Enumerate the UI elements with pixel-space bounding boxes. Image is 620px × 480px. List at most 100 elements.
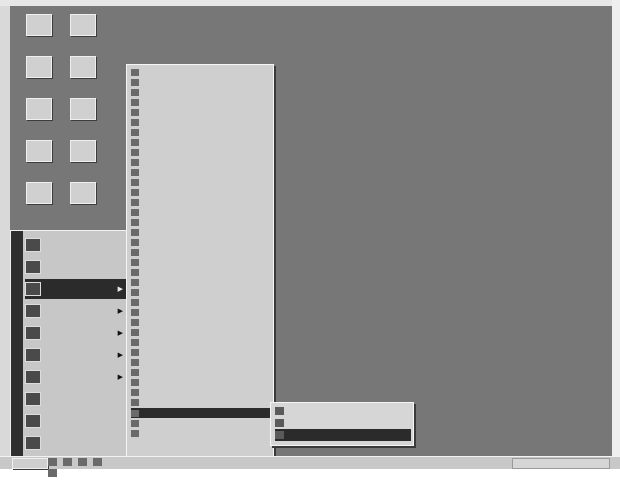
start-menu-item[interactable]: ▶ [25,301,127,321]
accessories-menu-item-selected[interactable] [275,429,411,441]
outlook-icon[interactable] [62,458,72,466]
programs-menu-item[interactable] [131,277,271,287]
programs-menu-item[interactable] [131,107,271,117]
programs-menu-item[interactable] [131,207,271,217]
program-icon [131,188,139,196]
programs-menu-item[interactable] [131,147,271,157]
programs-menu-item[interactable] [131,357,271,367]
programs-menu-item[interactable] [131,137,271,147]
program-icon [131,168,139,176]
program-icon [131,308,139,316]
accessories-menu-item[interactable] [275,405,411,417]
program-icon [131,368,139,376]
start-menu-item-programs[interactable]: ▶ [25,279,127,299]
program-icon [131,228,139,236]
programs-menu-item[interactable] [131,267,271,277]
programs-menu-item[interactable] [131,297,271,307]
programs-menu-item[interactable] [131,387,271,397]
bin-icon [70,56,96,78]
program-icon [131,328,139,336]
chevron-right-icon: ▶ [117,329,123,337]
program-icon [131,348,139,356]
program-icon [131,208,139,216]
screen-frame-right [612,0,620,468]
programs-menu-item[interactable] [131,327,271,337]
accessories-menu-item[interactable] [275,417,411,429]
program-icon [131,419,139,427]
programs-menu-item[interactable] [131,287,271,297]
program-icon [131,138,139,146]
programs-menu-item[interactable] [131,217,271,227]
programs-menu-item[interactable] [131,397,271,407]
application-icon [70,182,96,204]
taskbar [0,456,620,477]
program-icon [131,278,139,286]
programs-menu-item[interactable] [131,67,271,77]
program-icon [131,318,139,326]
programs-menu [126,64,274,462]
menu-item-icon [25,414,41,428]
start-menu-item[interactable] [25,257,127,277]
programs-menu-item[interactable] [131,418,271,428]
program-icon [131,378,139,386]
start-menu-item[interactable]: ▶ [25,367,127,387]
application-icon [26,182,52,204]
program-icon [131,98,139,106]
program-icon [131,338,139,346]
programs-menu-item[interactable] [131,157,271,167]
programs-menu-item[interactable] [131,347,271,357]
menu-item-icon [25,260,41,274]
accessories-menu [270,402,414,446]
program-icon [131,158,139,166]
programs-menu-item[interactable] [131,167,271,177]
chevron-right-icon: ▶ [117,307,123,315]
start-menu-item[interactable] [25,433,127,453]
chevron-right-icon: ▶ [117,351,123,359]
menu-item-icon [25,304,41,318]
programs-menu-item[interactable] [131,257,271,267]
menu-item-icon [25,436,41,450]
ie-icon[interactable] [48,458,57,466]
desktop-icon[interactable] [77,458,87,466]
programs-menu-item[interactable] [131,367,271,377]
programs-menu-item[interactable] [131,307,271,317]
programs-menu-item[interactable] [131,97,271,107]
program-icon [131,198,139,206]
programs-menu-item[interactable] [131,237,271,247]
programs-menu-item[interactable] [131,177,271,187]
programs-menu-item[interactable] [131,197,271,207]
media-icon[interactable] [48,469,57,477]
program-icon [131,268,139,276]
programs-menu-item[interactable] [131,127,271,137]
programs-menu-item-accessories[interactable] [131,408,271,418]
start-menu-item[interactable] [25,235,127,255]
start-button[interactable] [12,458,48,469]
globe-icon [26,98,52,120]
computer-icon [26,14,52,36]
programs-menu-item[interactable] [131,247,271,257]
app-icon-4[interactable] [52,176,112,226]
programs-menu-item[interactable] [131,337,271,347]
chevron-right-icon: ▶ [117,373,123,381]
program-icon [131,388,139,396]
programs-menu-item[interactable] [131,117,271,127]
programs-menu-item[interactable] [131,377,271,387]
programs-menu-item[interactable] [131,87,271,97]
network-image-icon [26,56,52,78]
programs-menu-item[interactable] [131,428,271,438]
menu-item-icon [25,238,41,252]
menu-item-icon [25,326,41,340]
programs-menu-item[interactable] [131,187,271,197]
programs-menu-item[interactable] [131,77,271,87]
start-menu-item[interactable] [25,389,127,409]
start-menu-item[interactable] [25,411,127,431]
programs-menu-item[interactable] [131,227,271,237]
start-menu-item[interactable]: ▶ [25,323,127,343]
program-icon [131,398,139,406]
programs-menu-item[interactable] [131,317,271,327]
start-menu-banner [11,231,23,457]
start-menu-item[interactable]: ▶ [25,345,127,365]
program-icon [131,248,139,256]
folder-icon[interactable] [92,458,102,466]
program-icon [131,108,139,116]
